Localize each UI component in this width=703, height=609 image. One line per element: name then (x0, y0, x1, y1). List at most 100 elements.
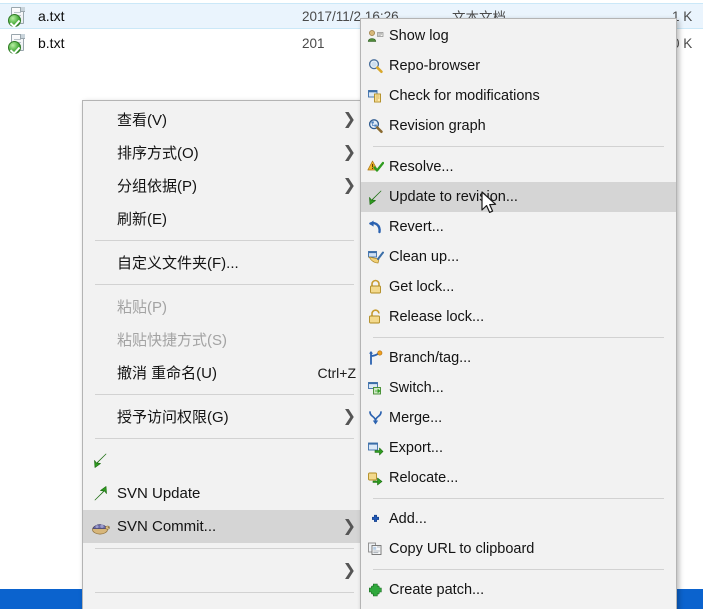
menu-item-merge[interactable]: Merge... (361, 403, 676, 433)
menu-separator (95, 438, 354, 439)
menu-item-branch-tag[interactable]: Branch/tag... (361, 343, 676, 373)
repo-browser-icon (361, 51, 389, 81)
menu-separator (373, 569, 664, 570)
menu-item-update-to-revision[interactable]: Update to revision... (361, 182, 676, 212)
menu-item-label: Get lock... (389, 279, 455, 295)
menu-item-label: Relocate... (389, 470, 459, 486)
menu-item-new[interactable]: ❯ (83, 554, 366, 587)
tortoisesvn-submenu: Show log Repo-browser Check for modifica… (360, 18, 677, 609)
menu-item-switch[interactable]: Switch... (361, 373, 676, 403)
menu-item-resolve[interactable]: Resolve... (361, 152, 676, 182)
menu-item-label: 自定义文件夹(F)... (117, 255, 239, 272)
menu-separator (95, 592, 354, 593)
menu-item-label: Add... (389, 511, 427, 527)
chevron-right-icon: ❯ (342, 176, 356, 194)
text-file-svn-normal-icon (8, 6, 27, 27)
menu-item-label: 查看(V) (117, 112, 167, 129)
show-log-icon (361, 21, 389, 51)
chevron-right-icon: ❯ (342, 143, 356, 161)
menu-item-repo-browser[interactable]: Repo-browser (361, 51, 676, 81)
revert-icon (361, 212, 389, 242)
menu-item-paste-shortcut: 粘贴快捷方式(S) (83, 323, 366, 356)
copy-url-icon (361, 534, 389, 564)
file-name: a.txt (38, 8, 65, 24)
file-name: b.txt (38, 35, 65, 51)
menu-item-revision-graph[interactable]: Revision graph (361, 111, 676, 141)
menu-item-label: Update to revision... (389, 189, 518, 205)
revision-graph-icon (361, 111, 389, 141)
menu-item-check-for-modifications[interactable]: Check for modifications (361, 81, 676, 111)
menu-item-copy-url-to-clipboard[interactable]: Copy URL to clipboard (361, 534, 676, 564)
menu-item-label: Create patch... (389, 582, 485, 598)
lock-closed-icon (361, 272, 389, 302)
menu-item-add[interactable]: Add... (361, 504, 676, 534)
menu-item-apply-patch[interactable]: Apply patch... (361, 605, 676, 609)
menu-item-release-lock[interactable]: Release lock... (361, 302, 676, 332)
menu-separator (95, 284, 354, 285)
chevron-right-icon: ❯ (342, 407, 356, 425)
menu-item-group-by[interactable]: 分组依据(P) ❯ (83, 169, 366, 202)
lock-open-icon (361, 302, 389, 332)
menu-item-relocate[interactable]: Relocate... (361, 463, 676, 493)
clean-up-icon (361, 242, 389, 272)
menu-separator (373, 337, 664, 338)
menu-item-label: Switch... (389, 380, 444, 396)
menu-item-label: Export... (389, 440, 443, 456)
menu-item-paste: 粘贴(P) (83, 290, 366, 323)
menu-item-view[interactable]: 查看(V) ❯ (83, 103, 366, 136)
menu-item-label: Branch/tag... (389, 350, 472, 366)
menu-item-refresh[interactable]: 刷新(E) (83, 202, 366, 235)
menu-separator (95, 394, 354, 395)
menu-separator (95, 240, 354, 241)
menu-item-label: 粘贴快捷方式(S) (117, 332, 227, 349)
menu-item-create-patch[interactable]: Create patch... (361, 575, 676, 605)
branch-tag-icon (361, 343, 389, 373)
menu-item-clean-up[interactable]: Clean up... (361, 242, 676, 272)
menu-item-grant-access[interactable]: 授予访问权限(G) ❯ (83, 400, 366, 433)
menu-item-properties[interactable] (83, 598, 366, 609)
chevron-right-icon: ❯ (342, 110, 356, 128)
apply-patch-icon (361, 605, 389, 609)
menu-separator (373, 498, 664, 499)
menu-item-label: 撤消 重命名(U) (117, 365, 217, 382)
add-plus-icon (361, 504, 389, 534)
explorer-context-menu: 查看(V) ❯ 排序方式(O) ❯ 分组依据(P) ❯ 刷新(E) 自定义文件夹… (82, 100, 367, 609)
menu-item-label: Revision graph (389, 118, 486, 134)
menu-separator (373, 146, 664, 147)
menu-item-get-lock[interactable]: Get lock... (361, 272, 676, 302)
menu-item-svn-commit[interactable]: SVN Update (83, 477, 366, 510)
chevron-right-icon: ❯ (342, 561, 356, 579)
menu-item-customize-folder[interactable]: 自定义文件夹(F)... (83, 246, 366, 279)
menu-item-label: Repo-browser (389, 58, 481, 74)
create-patch-icon (361, 575, 389, 605)
menu-item-undo-rename[interactable]: 撤消 重命名(U) Ctrl+Z (83, 356, 366, 389)
menu-item-show-log[interactable]: Show log (361, 21, 676, 51)
resolve-icon (361, 152, 389, 182)
svn-update-arrow-icon (83, 444, 117, 477)
menu-item-label: SVN Commit... (117, 518, 217, 535)
menu-item-accelerator: Ctrl+Z (317, 364, 357, 381)
menu-item-tortoisesvn[interactable]: SVN Commit... ❯ (83, 510, 366, 543)
svn-commit-arrow-icon (83, 477, 117, 510)
menu-item-svn-update[interactable] (83, 444, 366, 477)
menu-item-label: Merge... (389, 410, 443, 426)
menu-item-label: 授予访问权限(G) (117, 409, 229, 426)
merge-icon (361, 403, 389, 433)
menu-item-label: 排序方式(O) (117, 145, 199, 162)
menu-item-sort-by[interactable]: 排序方式(O) ❯ (83, 136, 366, 169)
menu-item-label: 刷新(E) (117, 211, 167, 228)
menu-item-label: 粘贴(P) (117, 299, 167, 316)
check-modifications-icon (361, 81, 389, 111)
menu-item-revert[interactable]: Revert... (361, 212, 676, 242)
switch-icon (361, 373, 389, 403)
menu-item-label: Revert... (389, 219, 444, 235)
menu-item-label: Resolve... (389, 159, 454, 175)
menu-item-label: Show log (389, 28, 449, 44)
update-to-revision-icon (361, 182, 389, 212)
menu-item-export[interactable]: Export... (361, 433, 676, 463)
menu-separator (95, 548, 354, 549)
relocate-icon (361, 463, 389, 493)
chevron-right-icon: ❯ (342, 517, 356, 535)
menu-item-label: Copy URL to clipboard (389, 541, 535, 557)
menu-item-label: SVN Update (117, 485, 201, 502)
